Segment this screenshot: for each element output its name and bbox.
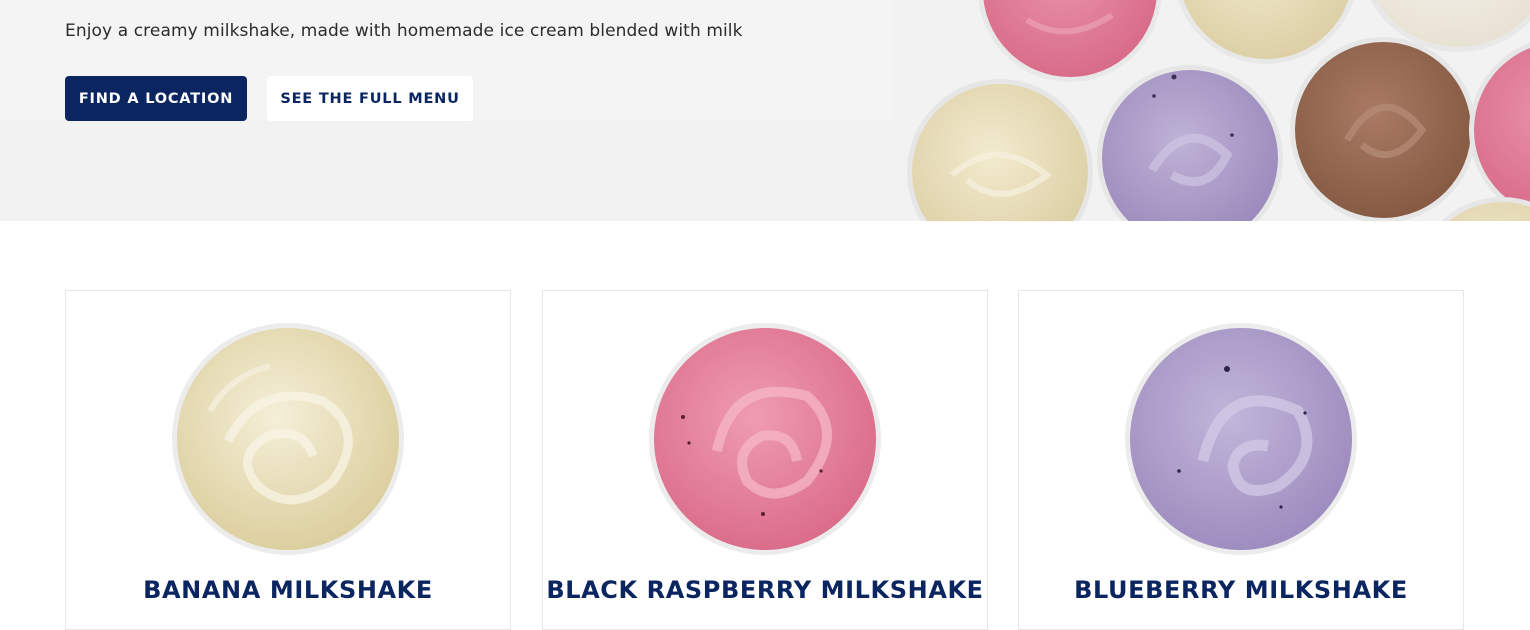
cup-pink-top xyxy=(978,0,1162,82)
product-card-banana[interactable]: BANANA MILKSHAKE xyxy=(65,290,511,630)
product-grid: BANANA MILKSHAKE BLACK RASPBERRY MILKSHA… xyxy=(0,221,1530,630)
cup-pink-right xyxy=(1469,42,1530,218)
banana-milkshake-image xyxy=(172,323,404,555)
blueberry-milkshake-image xyxy=(1125,323,1357,555)
hero-milkshake-cups-image xyxy=(907,0,1530,221)
hero-section: Enjoy a creamy milkshake, made with home… xyxy=(0,0,1530,221)
black-raspberry-milkshake-image xyxy=(649,323,881,555)
product-card-blueberry[interactable]: BLUEBERRY MILKSHAKE xyxy=(1018,290,1464,630)
cup-banana-left xyxy=(907,79,1093,221)
product-card-black-raspberry[interactable]: BLACK RASPBERRY MILKSHAKE xyxy=(542,290,988,630)
find-a-location-button[interactable]: FIND A LOCATION xyxy=(65,76,247,121)
hero-description: Enjoy a creamy milkshake, made with home… xyxy=(65,21,743,41)
product-title[interactable]: BANANA MILKSHAKE xyxy=(66,576,510,604)
product-title[interactable]: BLUEBERRY MILKSHAKE xyxy=(1019,576,1463,604)
product-title[interactable]: BLACK RASPBERRY MILKSHAKE xyxy=(543,576,987,604)
cup-blueberry xyxy=(1097,65,1283,221)
cup-chocolate xyxy=(1290,37,1476,221)
see-full-menu-button[interactable]: SEE THE FULL MENU xyxy=(267,76,473,121)
